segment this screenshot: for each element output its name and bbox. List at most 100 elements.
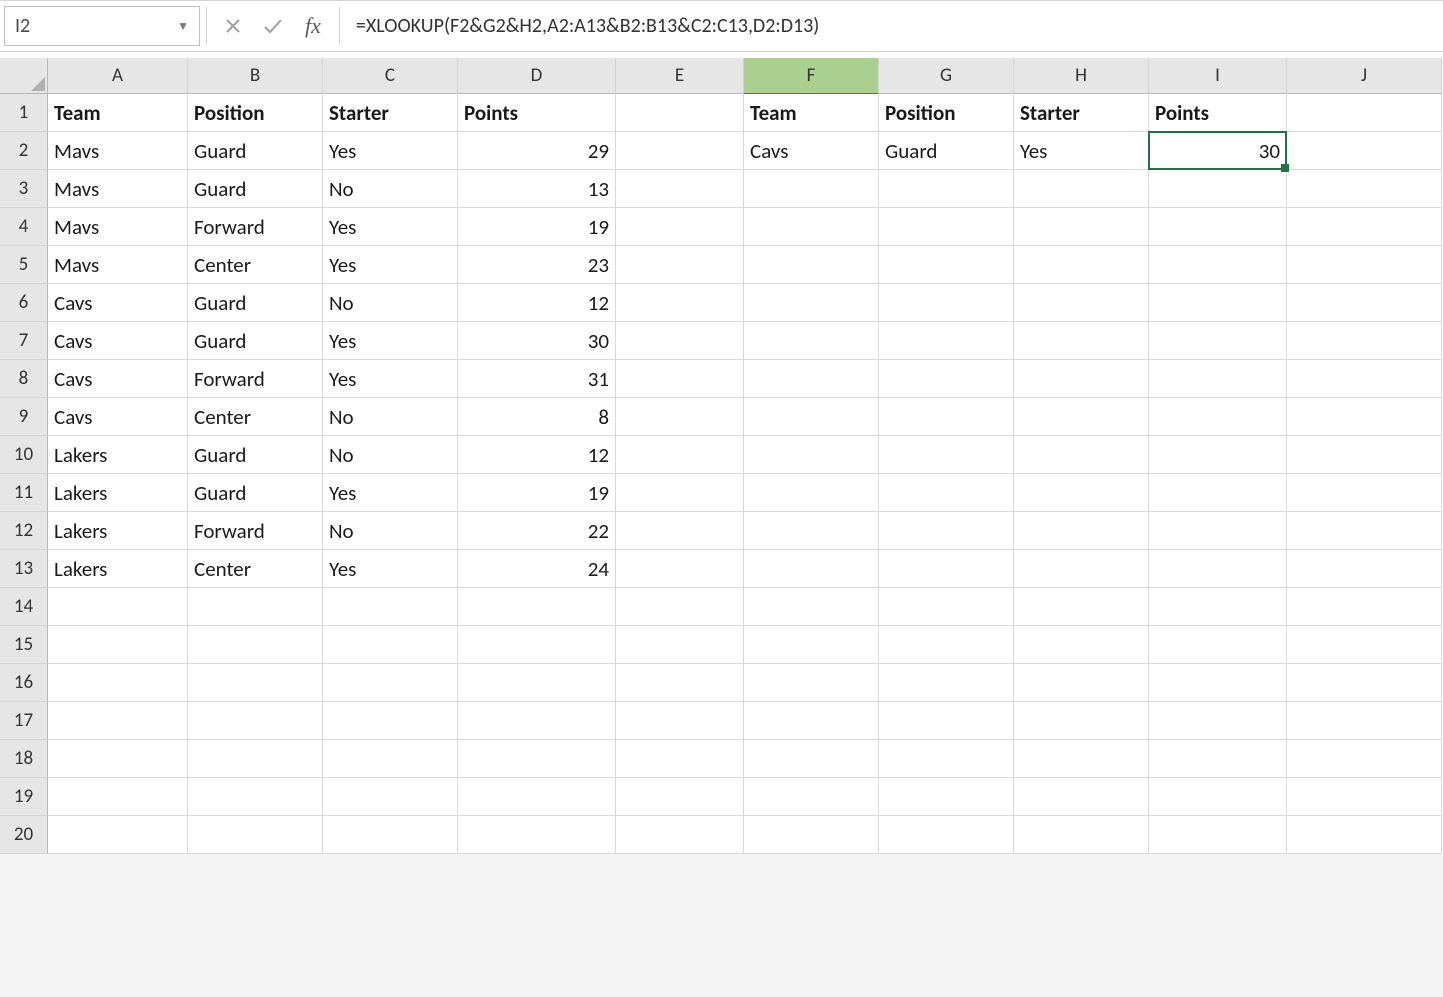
cell-H17[interactable]: [1014, 702, 1149, 740]
cell-D1[interactable]: Points: [458, 94, 616, 132]
cell-E7[interactable]: [616, 322, 744, 360]
cell-A3[interactable]: Mavs: [48, 170, 188, 208]
cell-C12[interactable]: No: [323, 512, 458, 550]
cell-J4[interactable]: [1287, 208, 1442, 246]
cell-J12[interactable]: [1287, 512, 1442, 550]
cell-C1[interactable]: Starter: [323, 94, 458, 132]
cell-G1[interactable]: Position: [879, 94, 1014, 132]
cell-I9[interactable]: [1149, 398, 1287, 436]
cell-A17[interactable]: [48, 702, 188, 740]
cell-G15[interactable]: [879, 626, 1014, 664]
cell-G18[interactable]: [879, 740, 1014, 778]
cell-C6[interactable]: No: [323, 284, 458, 322]
cell-I2[interactable]: 30: [1149, 132, 1287, 170]
cell-B1[interactable]: Position: [188, 94, 323, 132]
cell-A2[interactable]: Mavs: [48, 132, 188, 170]
cell-H13[interactable]: [1014, 550, 1149, 588]
cell-C16[interactable]: [323, 664, 458, 702]
cell-B12[interactable]: Forward: [188, 512, 323, 550]
cell-J18[interactable]: [1287, 740, 1442, 778]
cell-F20[interactable]: [744, 816, 879, 854]
formula-input[interactable]: [346, 6, 1443, 46]
cell-J1[interactable]: [1287, 94, 1442, 132]
cell-H15[interactable]: [1014, 626, 1149, 664]
cell-G12[interactable]: [879, 512, 1014, 550]
cell-D16[interactable]: [458, 664, 616, 702]
cell-I14[interactable]: [1149, 588, 1287, 626]
cell-G6[interactable]: [879, 284, 1014, 322]
cell-C17[interactable]: [323, 702, 458, 740]
cell-I5[interactable]: [1149, 246, 1287, 284]
cell-D4[interactable]: 19: [458, 208, 616, 246]
cell-D20[interactable]: [458, 816, 616, 854]
cell-G7[interactable]: [879, 322, 1014, 360]
cell-J10[interactable]: [1287, 436, 1442, 474]
cell-I19[interactable]: [1149, 778, 1287, 816]
cell-H19[interactable]: [1014, 778, 1149, 816]
row-header-1[interactable]: 1: [0, 94, 48, 132]
column-header-I[interactable]: I: [1149, 58, 1287, 94]
cell-C9[interactable]: No: [323, 398, 458, 436]
cell-H14[interactable]: [1014, 588, 1149, 626]
cell-G13[interactable]: [879, 550, 1014, 588]
cell-D13[interactable]: 24: [458, 550, 616, 588]
cell-A4[interactable]: Mavs: [48, 208, 188, 246]
row-header-10[interactable]: 10: [0, 436, 48, 474]
cell-A11[interactable]: Lakers: [48, 474, 188, 512]
cell-F8[interactable]: [744, 360, 879, 398]
cell-F4[interactable]: [744, 208, 879, 246]
row-header-12[interactable]: 12: [0, 512, 48, 550]
cell-F13[interactable]: [744, 550, 879, 588]
cell-E20[interactable]: [616, 816, 744, 854]
cell-B19[interactable]: [188, 778, 323, 816]
cell-E17[interactable]: [616, 702, 744, 740]
cell-A10[interactable]: Lakers: [48, 436, 188, 474]
column-header-J[interactable]: J: [1287, 58, 1442, 94]
cell-J14[interactable]: [1287, 588, 1442, 626]
cell-G14[interactable]: [879, 588, 1014, 626]
cell-C20[interactable]: [323, 816, 458, 854]
column-header-F[interactable]: F: [744, 58, 879, 94]
column-header-B[interactable]: B: [188, 58, 323, 94]
row-header-17[interactable]: 17: [0, 702, 48, 740]
cell-H12[interactable]: [1014, 512, 1149, 550]
cell-I8[interactable]: [1149, 360, 1287, 398]
cell-I10[interactable]: [1149, 436, 1287, 474]
cell-H11[interactable]: [1014, 474, 1149, 512]
cell-A9[interactable]: Cavs: [48, 398, 188, 436]
name-box-dropdown-icon[interactable]: ▼: [177, 19, 189, 34]
cell-F14[interactable]: [744, 588, 879, 626]
cell-J9[interactable]: [1287, 398, 1442, 436]
cell-H8[interactable]: [1014, 360, 1149, 398]
cell-G16[interactable]: [879, 664, 1014, 702]
cell-C8[interactable]: Yes: [323, 360, 458, 398]
cell-G10[interactable]: [879, 436, 1014, 474]
column-header-E[interactable]: E: [616, 58, 744, 94]
row-header-20[interactable]: 20: [0, 816, 48, 854]
row-header-2[interactable]: 2: [0, 132, 48, 170]
cell-D15[interactable]: [458, 626, 616, 664]
row-header-5[interactable]: 5: [0, 246, 48, 284]
row-header-4[interactable]: 4: [0, 208, 48, 246]
cell-A15[interactable]: [48, 626, 188, 664]
cell-J6[interactable]: [1287, 284, 1442, 322]
cell-H10[interactable]: [1014, 436, 1149, 474]
cell-H9[interactable]: [1014, 398, 1149, 436]
cell-A16[interactable]: [48, 664, 188, 702]
cell-D18[interactable]: [458, 740, 616, 778]
cell-B13[interactable]: Center: [188, 550, 323, 588]
row-header-6[interactable]: 6: [0, 284, 48, 322]
cell-G3[interactable]: [879, 170, 1014, 208]
cell-I16[interactable]: [1149, 664, 1287, 702]
cell-C5[interactable]: Yes: [323, 246, 458, 284]
cell-B8[interactable]: Forward: [188, 360, 323, 398]
row-header-8[interactable]: 8: [0, 360, 48, 398]
row-header-16[interactable]: 16: [0, 664, 48, 702]
column-header-D[interactable]: D: [458, 58, 616, 94]
cell-H3[interactable]: [1014, 170, 1149, 208]
cell-I15[interactable]: [1149, 626, 1287, 664]
cell-A20[interactable]: [48, 816, 188, 854]
cell-I1[interactable]: Points: [1149, 94, 1287, 132]
cell-B15[interactable]: [188, 626, 323, 664]
cell-C19[interactable]: [323, 778, 458, 816]
